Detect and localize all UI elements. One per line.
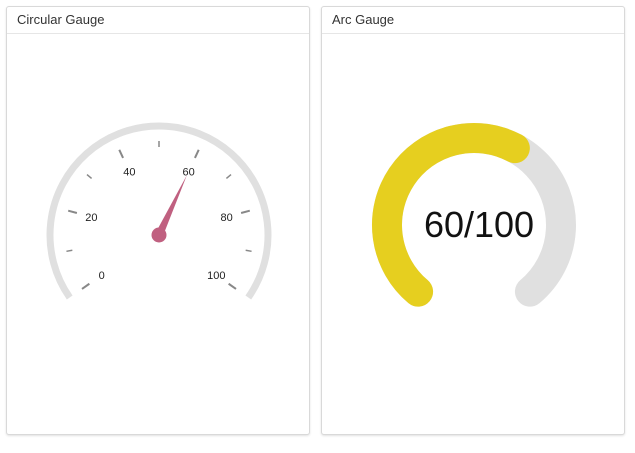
tick-label: 0	[99, 270, 105, 282]
major-tick	[228, 282, 237, 290]
tick-label: 40	[123, 167, 135, 179]
circular-gauge-track	[46, 122, 272, 300]
tick-label: 100	[207, 270, 225, 282]
circular-gauge-labels: 0 20 40 60 80 100	[85, 167, 232, 283]
circular-gauge-card: Circular Gauge 0 20 40 60 80 100	[6, 6, 310, 435]
arc-gauge-value-text: 60/100	[424, 204, 534, 245]
minor-tick	[225, 174, 232, 180]
gauge-needle	[155, 175, 187, 237]
gauge-needle-pivot	[151, 227, 167, 243]
minor-tick	[66, 249, 73, 253]
tick-label: 60	[182, 167, 194, 179]
tick-label: 20	[85, 212, 97, 224]
major-tick	[67, 209, 78, 214]
major-tick	[118, 149, 124, 159]
major-tick	[240, 209, 251, 214]
arc-gauge-card: Arc Gauge 60/100	[321, 6, 625, 435]
minor-tick	[245, 249, 252, 253]
major-tick	[81, 282, 90, 290]
circular-gauge: 0 20 40 60 80 100	[46, 122, 272, 300]
minor-tick	[86, 174, 93, 180]
major-tick	[194, 149, 200, 159]
tick-label: 80	[220, 212, 232, 224]
arc-gauge: 60/100	[372, 123, 576, 307]
